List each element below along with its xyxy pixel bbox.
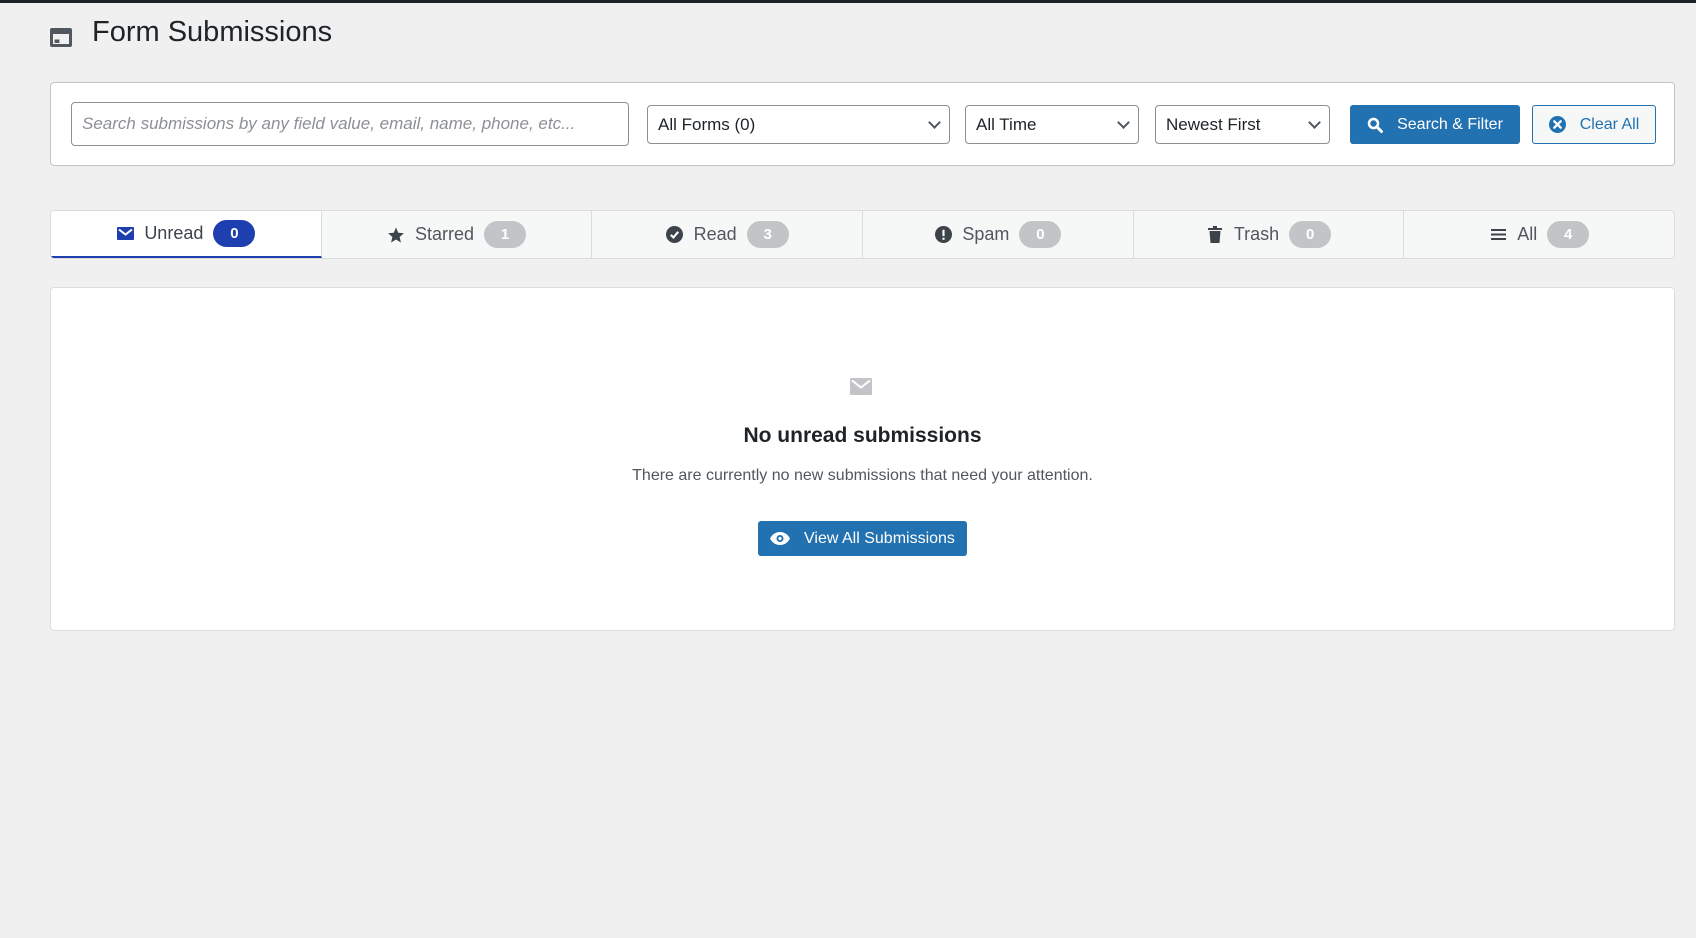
submissions-panel: No unread submissions There are currentl… bbox=[50, 287, 1675, 631]
tab-label: Trash bbox=[1233, 224, 1280, 244]
tab-label: All bbox=[1517, 224, 1538, 244]
sort-select[interactable]: Newest First bbox=[1155, 105, 1330, 144]
star-icon bbox=[387, 226, 405, 244]
admin-top-bar bbox=[0, 0, 1696, 3]
tab-label: Spam bbox=[962, 224, 1010, 244]
chevron-down-icon bbox=[1117, 115, 1130, 129]
table-icon bbox=[50, 28, 72, 47]
search-filter-button[interactable]: Search & Filter bbox=[1350, 105, 1520, 144]
count-badge: 0 bbox=[213, 220, 256, 247]
tab-trash[interactable]: Trash 0 bbox=[1134, 211, 1405, 258]
filter-panel: All Forms (0) All Time Newest First Sear… bbox=[50, 82, 1675, 166]
envelope-icon bbox=[116, 225, 134, 243]
envelope-icon bbox=[850, 378, 872, 395]
tab-spam[interactable]: Spam 0 bbox=[863, 211, 1134, 258]
clear-all-label: Clear All bbox=[1579, 115, 1640, 133]
tab-label: Unread bbox=[144, 223, 204, 243]
tab-label: Read bbox=[693, 224, 737, 244]
search-filter-label: Search & Filter bbox=[1397, 115, 1503, 133]
list-icon bbox=[1489, 226, 1507, 244]
eye-icon bbox=[770, 532, 791, 545]
tab-label: Starred bbox=[414, 224, 475, 244]
count-badge: 0 bbox=[1289, 221, 1332, 248]
search-input[interactable] bbox=[71, 102, 629, 146]
tab-read[interactable]: Read 3 bbox=[592, 211, 864, 258]
sort-select-value: Newest First bbox=[1166, 114, 1261, 134]
status-tabs: Unread 0 Starred 1 Read 3 Spam 0 Trash 0… bbox=[50, 210, 1675, 259]
count-badge: 4 bbox=[1547, 221, 1590, 248]
tab-unread[interactable]: Unread 0 bbox=[51, 211, 322, 258]
form-select-value: All Forms (0) bbox=[658, 114, 756, 134]
empty-state-description: There are currently no new submissions t… bbox=[632, 467, 1093, 484]
view-all-label: View All Submissions bbox=[804, 529, 955, 547]
clear-all-button[interactable]: Clear All bbox=[1532, 105, 1656, 144]
trash-icon bbox=[1206, 226, 1224, 244]
check-circle-icon bbox=[666, 226, 684, 244]
close-circle-icon bbox=[1548, 116, 1566, 133]
chevron-down-icon bbox=[1308, 115, 1321, 129]
time-select[interactable]: All Time bbox=[965, 105, 1139, 144]
tab-starred[interactable]: Starred 1 bbox=[322, 211, 593, 258]
search-icon bbox=[1367, 117, 1384, 133]
form-select[interactable]: All Forms (0) bbox=[647, 105, 950, 144]
count-badge: 3 bbox=[746, 221, 789, 248]
exclamation-circle-icon bbox=[934, 226, 952, 244]
count-badge: 0 bbox=[1019, 221, 1062, 248]
count-badge: 1 bbox=[484, 221, 527, 248]
time-select-value: All Time bbox=[976, 114, 1037, 134]
page-title: Form Submissions bbox=[92, 16, 333, 48]
empty-state-title: No unread submissions bbox=[743, 424, 982, 447]
tab-all[interactable]: All 4 bbox=[1404, 211, 1674, 258]
view-all-submissions-button[interactable]: View All Submissions bbox=[758, 521, 967, 556]
chevron-down-icon bbox=[928, 115, 941, 129]
